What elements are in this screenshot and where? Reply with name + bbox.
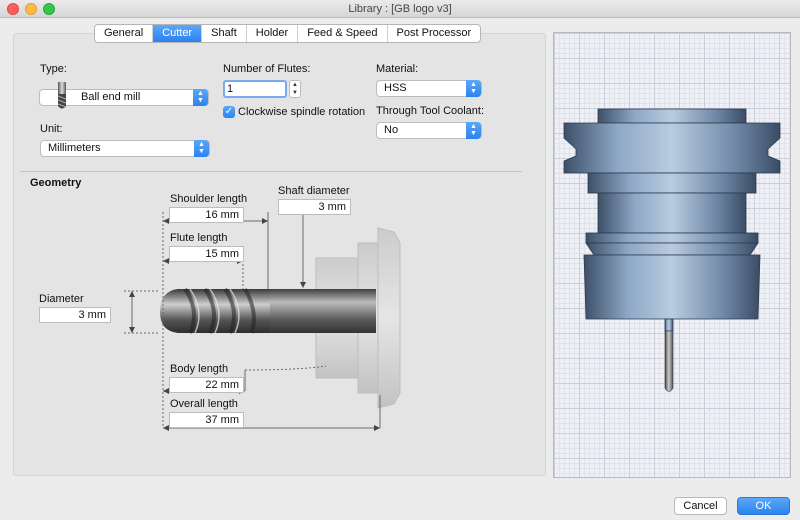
- tab-shaft[interactable]: Shaft: [202, 25, 247, 42]
- diameter-input[interactable]: 3 mm: [39, 307, 111, 323]
- geometry-diagram: [124, 212, 401, 431]
- tool-preview-viewport[interactable]: [553, 32, 791, 478]
- tab-holder[interactable]: Holder: [247, 25, 299, 42]
- flute-length-input[interactable]: 15 mm: [169, 246, 244, 262]
- cancel-button[interactable]: Cancel: [674, 497, 727, 515]
- shaft-shape: [270, 289, 376, 333]
- shaft-diameter-label: Shaft diameter: [278, 185, 350, 197]
- body-length-label: Body length: [170, 363, 229, 375]
- tab-general[interactable]: General: [95, 25, 154, 42]
- tab-feed-speed[interactable]: Feed & Speed: [298, 25, 388, 42]
- overall-length-input[interactable]: 37 mm: [169, 412, 244, 428]
- diameter-label: Diameter: [39, 293, 84, 305]
- body-length-input[interactable]: 22 mm: [169, 377, 244, 393]
- shoulder-length-label: Shoulder length: [170, 193, 248, 205]
- cutter-shape: [160, 287, 270, 334]
- overall-length-label: Overall length: [170, 398, 238, 410]
- tab-bar: General Cutter Shaft Holder Feed & Speed…: [94, 24, 482, 43]
- tab-cutter[interactable]: Cutter: [153, 25, 203, 42]
- flute-length-label: Flute length: [170, 232, 228, 244]
- shaft-diameter-input[interactable]: 3 mm: [278, 199, 351, 215]
- tab-post-processor[interactable]: Post Processor: [388, 25, 481, 42]
- tool-holder-render: [563, 108, 781, 392]
- shoulder-length-input[interactable]: 16 mm: [169, 207, 244, 223]
- ok-button[interactable]: OK: [737, 497, 790, 515]
